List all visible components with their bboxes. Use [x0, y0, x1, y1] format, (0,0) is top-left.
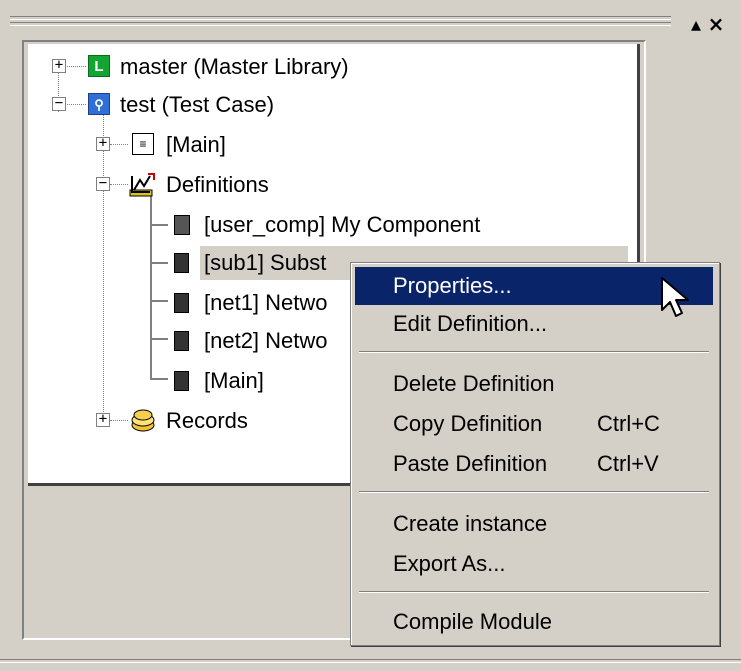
menu-separator [359, 351, 709, 353]
menu-item-label: Compile Module [393, 609, 552, 634]
main-page-icon: ≡ [132, 133, 154, 155]
titlebar-buttons: ▴ × [687, 12, 727, 36]
menu-item-label: Create instance [393, 511, 548, 536]
menu-item-shortcut: Ctrl+C [597, 411, 660, 436]
tree-item-user-comp[interactable]: [user_comp] My Component [28, 208, 628, 242]
collapse-icon[interactable]: − [96, 176, 110, 191]
menu-item-export-as[interactable]: Export As... [355, 545, 713, 583]
menu-item-create-instance[interactable]: Create instance [355, 505, 713, 543]
menu-item-label: Export As... [393, 551, 506, 576]
page-icon [174, 293, 189, 313]
records-icon [130, 409, 155, 432]
definitions-icon [128, 172, 155, 197]
collapse-icon[interactable]: − [52, 96, 66, 111]
tree-item-label: [user_comp] My Component [204, 212, 481, 237]
menu-item-label: Properties... [393, 273, 512, 298]
menu-item-label: Delete Definition [393, 371, 555, 396]
bottom-divider [0, 659, 741, 663]
tree-item-label: Records [166, 408, 248, 433]
library-icon: L [88, 55, 110, 77]
pin-icon[interactable]: ▴ [687, 12, 707, 36]
menu-separator [359, 591, 709, 593]
tree-item-definitions[interactable]: − Definitions [28, 168, 628, 202]
titlebar-grip-line [10, 22, 671, 26]
panel-titlebar: ▴ × [0, 0, 741, 40]
tree-item-test[interactable]: − ⚲ test (Test Case) [28, 88, 628, 122]
expand-icon[interactable]: + [96, 412, 110, 427]
menu-item-shortcut: Ctrl+V [597, 451, 659, 476]
menu-item-paste-definition[interactable]: Paste Definition Ctrl+V [355, 445, 713, 483]
tree-item-master[interactable]: + L master (Master Library) [28, 50, 628, 84]
tree-item-label: test (Test Case) [120, 92, 275, 117]
tree-item-label: [net1] Netwo [204, 290, 328, 315]
tree-item-label: Definitions [166, 172, 269, 197]
tree-item-label: [net2] Netwo [204, 328, 328, 353]
menu-item-compile-module[interactable]: Compile Module [355, 603, 713, 641]
page-icon [174, 331, 189, 351]
close-icon[interactable]: × [707, 12, 727, 36]
tree-item-label: master (Master Library) [120, 54, 349, 79]
tree-item-label: [Main] [166, 132, 226, 157]
menu-item-copy-definition[interactable]: Copy Definition Ctrl+C [355, 405, 713, 443]
component-icon [174, 215, 190, 235]
test-case-icon: ⚲ [88, 93, 110, 115]
menu-item-label: Paste Definition [393, 451, 548, 476]
expand-icon[interactable]: + [96, 136, 110, 151]
page-icon [174, 371, 189, 391]
expand-icon[interactable]: + [52, 58, 66, 73]
tree-item-label: [Main] [204, 368, 264, 393]
menu-item-delete-definition[interactable]: Delete Definition [355, 365, 713, 403]
mouse-cursor-icon [661, 277, 689, 317]
menu-separator [359, 491, 709, 493]
menu-item-label: Copy Definition [393, 411, 543, 436]
page-icon [174, 253, 189, 273]
tree-item-main[interactable]: + ≡ [Main] [28, 128, 628, 162]
titlebar-grip[interactable] [10, 16, 671, 20]
menu-item-label: Edit Definition... [393, 311, 548, 336]
